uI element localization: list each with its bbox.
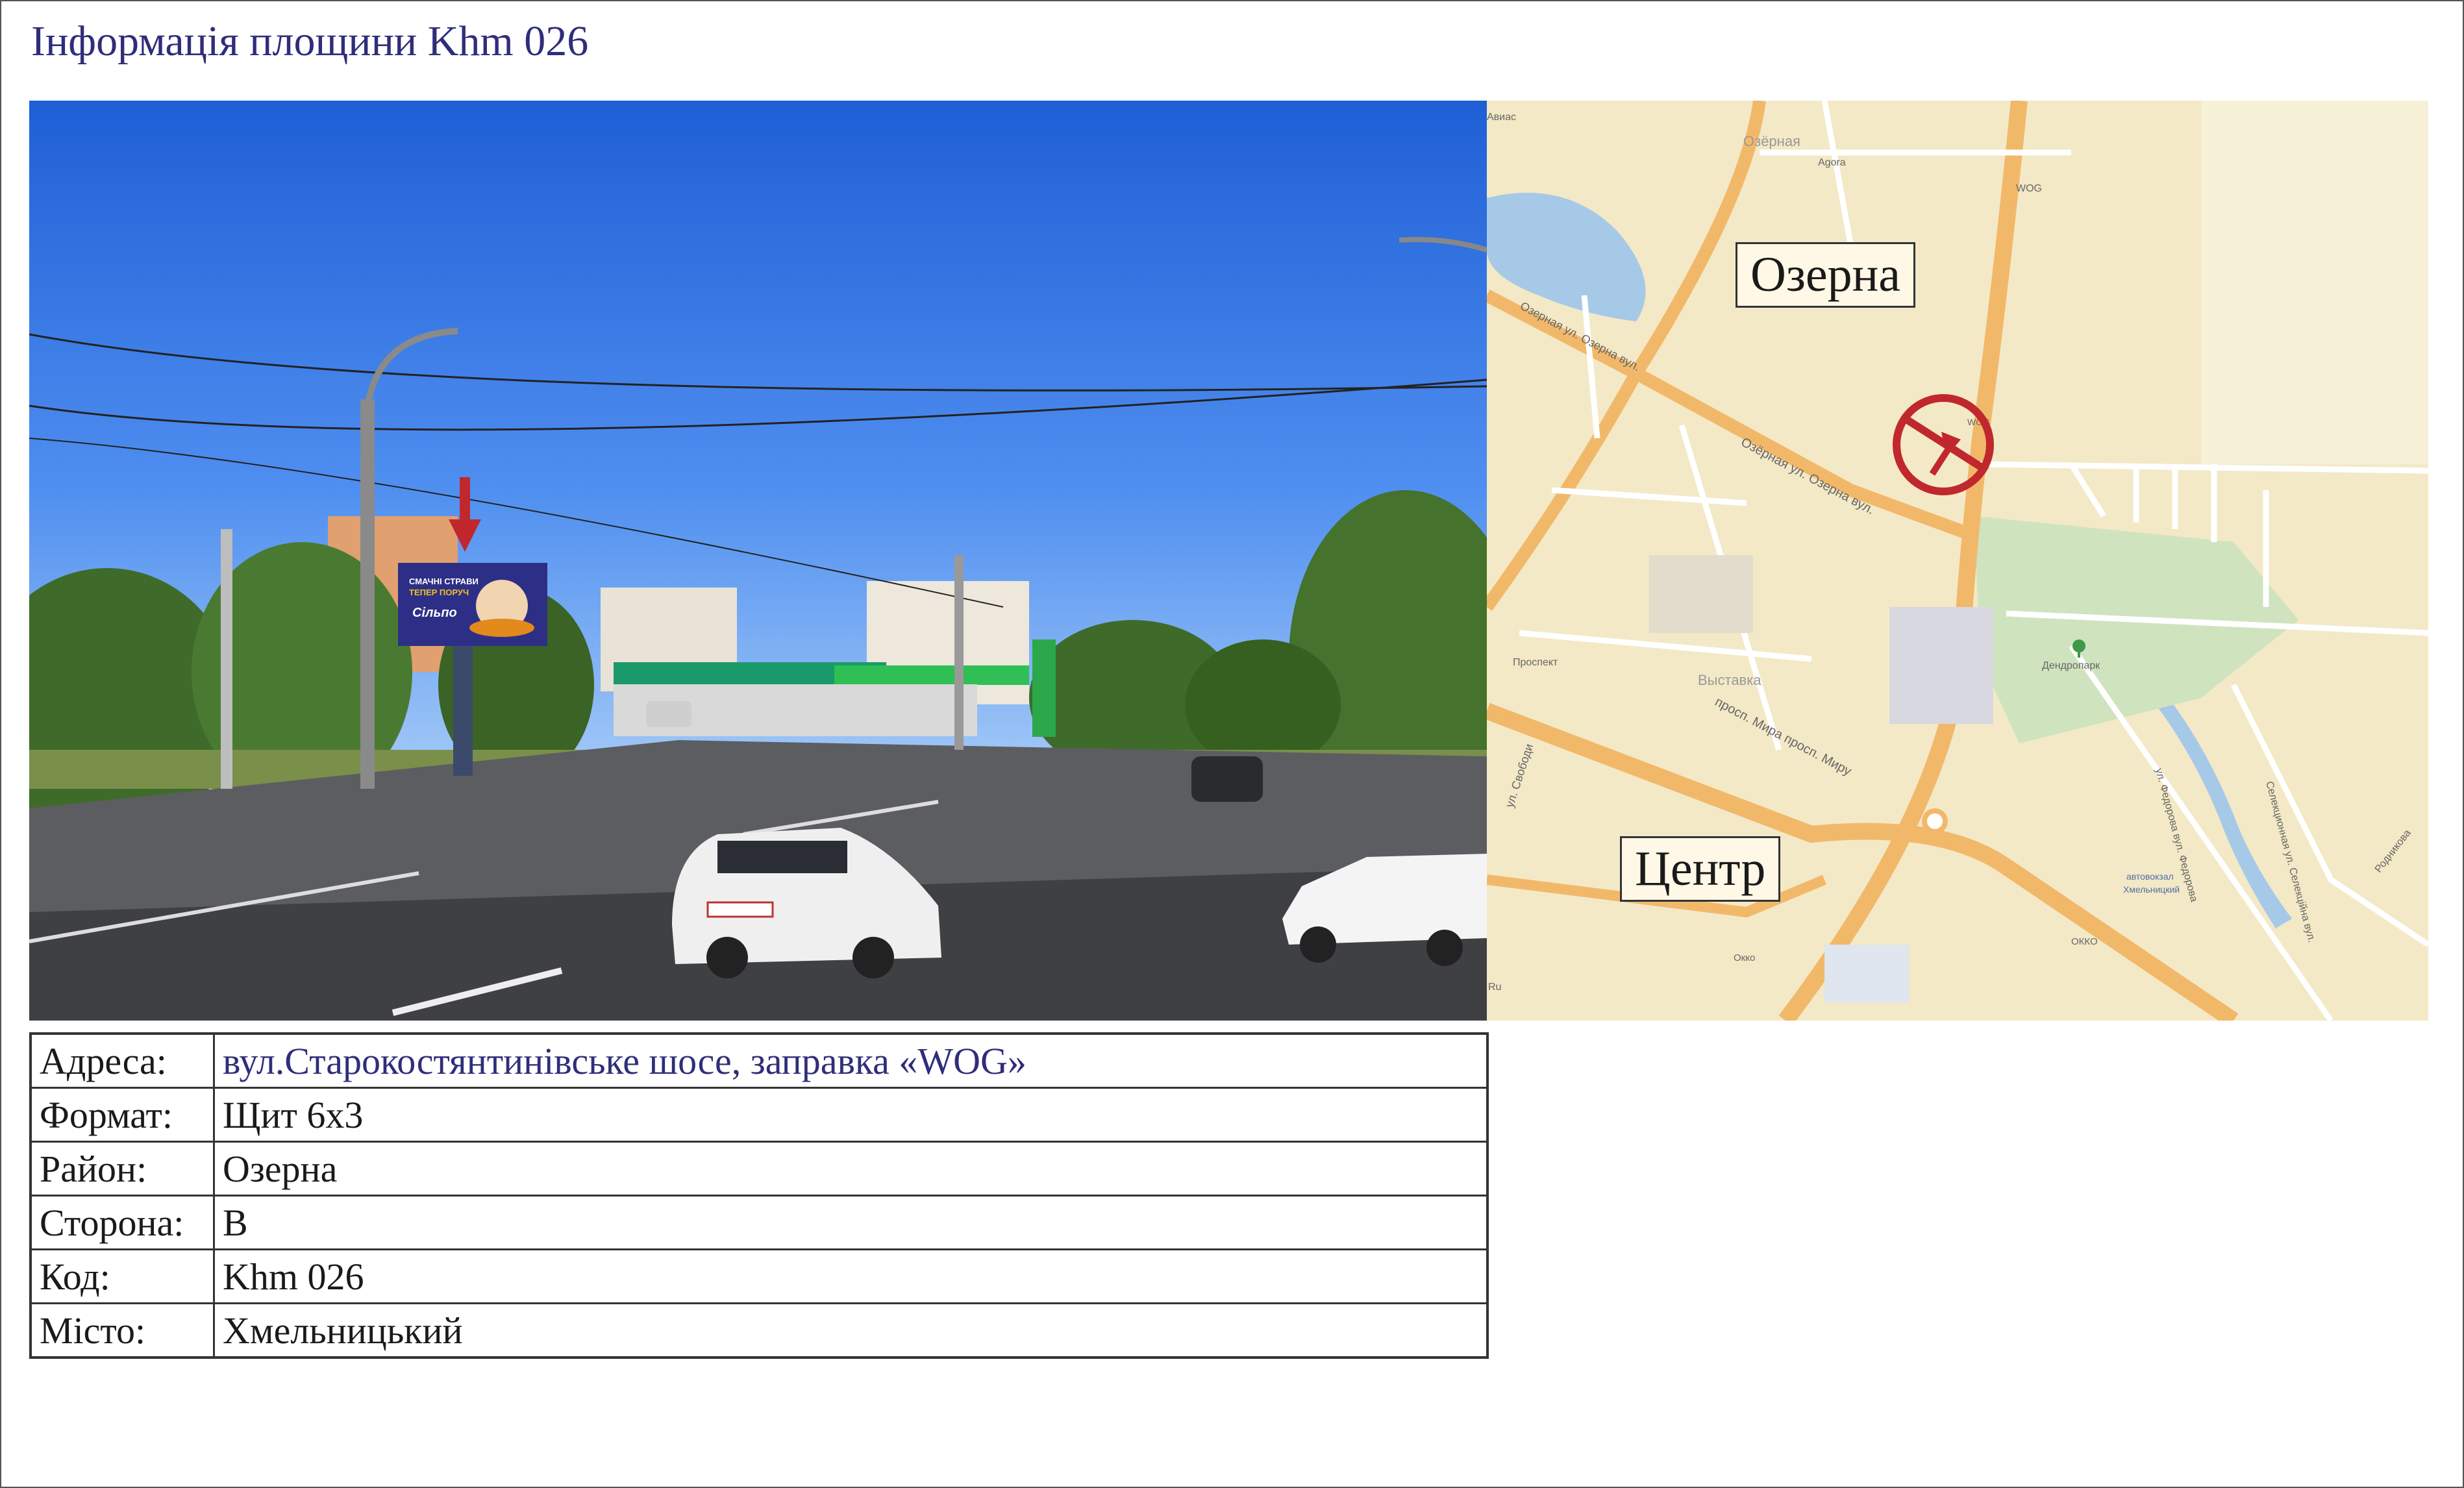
location-photo: СМАЧНІ СТРАВИ ТЕПЕР ПОРУЧ Сільпо (29, 101, 1487, 1021)
table-row: Формат: Щит 6х3 (29, 1087, 1489, 1143)
billboard-headline-1: СМАЧНІ СТРАВИ (409, 577, 479, 586)
table-row: Код: Khm 026 (29, 1248, 1489, 1304)
billboard-headline-2: ТЕПЕР ПОРУЧ (409, 588, 469, 597)
map-place-bus-2: Хмельницкий (2123, 884, 2180, 895)
map-place-dendropark: Дендропарк (2042, 660, 2100, 671)
row-key-address: Адреса: (29, 1032, 215, 1089)
map-label-tsentr: Центр (1620, 836, 1781, 902)
table-row: Сторона: В (29, 1195, 1489, 1250)
table-row: Район: Озерна (29, 1141, 1489, 1197)
row-value-code: Khm 026 (213, 1248, 1489, 1304)
map-place-ozernaya: Озёрная (1743, 133, 1800, 149)
light-area (2201, 101, 2428, 464)
gas-station-canopy (834, 665, 1029, 685)
page-title: Інформація площини Khm 026 (31, 18, 589, 65)
row-value-side: В (213, 1195, 1489, 1250)
info-table: Адреса: вул.Старокостянтинівське шосе, з… (29, 1032, 1489, 1359)
map-place-avias: Авиас (1487, 112, 1516, 123)
row-value-district: Озерна (213, 1141, 1489, 1197)
row-key-code: Код: (29, 1248, 215, 1304)
row-key-format: Формат: (29, 1087, 215, 1143)
map-place-wog-top: WOG (2016, 183, 2042, 194)
map-place-okko-2: Окко (1734, 952, 1755, 963)
row-key-side: Сторона: (29, 1195, 215, 1250)
row-value-city: Хмельницький (213, 1302, 1489, 1359)
table-row: Адреса: вул.Старокостянтинівське шосе, з… (29, 1032, 1489, 1089)
row-key-city: Місто: (29, 1302, 215, 1359)
utility-pole (954, 555, 964, 750)
utility-pole (360, 399, 375, 789)
billboard-brand: Сільпо (412, 606, 457, 620)
map-label-ozerna: Озерна (1736, 242, 1916, 308)
map-place-agora: Agora (1818, 157, 1846, 168)
billboard-post (453, 646, 473, 776)
table-row: Місто: Хмельницький (29, 1302, 1489, 1359)
location-map: Озёрная Agora WOG WOG Озерная ул. Озерна… (1487, 101, 2428, 1021)
row-value-format: Щит 6х3 (213, 1087, 1489, 1143)
map-place-vystavka: Выставка (1698, 672, 1761, 688)
gas-price-pylon (1032, 639, 1056, 737)
utility-pole (221, 529, 232, 789)
row-value-address: вул.Старокостянтинівське шосе, заправка … (213, 1032, 1489, 1089)
map-place-ru: Ru (1488, 982, 1501, 993)
roundabout (1922, 808, 1948, 834)
car-parked (646, 701, 691, 727)
map-place-prospect: Проспект (1513, 657, 1558, 668)
row-key-district: Район: (29, 1141, 215, 1197)
map-place-bus-1: автовокзал (2126, 871, 2174, 882)
car-dark (1191, 756, 1263, 802)
map-place-okko-1: ОККО (2071, 936, 2098, 947)
